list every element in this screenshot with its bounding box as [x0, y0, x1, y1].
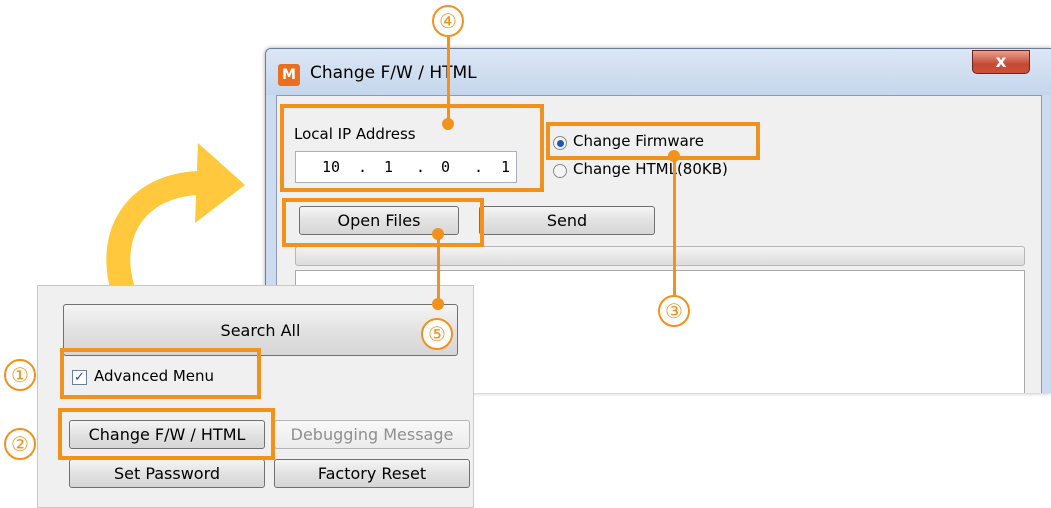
window-title: Change F/W / HTML: [310, 63, 477, 83]
set-password-button[interactable]: Set Password: [69, 459, 265, 488]
close-button[interactable]: x: [972, 50, 1030, 74]
callout-5: ⑤: [421, 318, 453, 350]
callout-4-dot: [442, 118, 454, 130]
highlight-advanced-menu: [60, 348, 261, 399]
highlight-open-files: [282, 198, 484, 247]
callout-4: ④: [432, 5, 464, 37]
factory-reset-button[interactable]: Factory Reset: [274, 459, 470, 488]
app-icon: M: [278, 64, 300, 86]
highlight-change-firmware: [546, 122, 760, 160]
callout-5-end-dot: [432, 298, 444, 310]
change-html-label: Change HTML(80KB): [573, 160, 728, 178]
curved-arrow-icon: [106, 143, 245, 294]
send-button[interactable]: Send: [479, 206, 655, 235]
progress-bar: [295, 246, 1025, 266]
callout-3-line: [673, 156, 676, 296]
highlight-local-ip: [280, 104, 544, 192]
debugging-message-button: Debugging Message: [274, 420, 470, 449]
callout-4-line: [447, 37, 450, 122]
highlight-change-fw-button: [58, 408, 275, 460]
callout-1: ①: [4, 359, 36, 391]
title-bar: M Change F/W / HTML x: [266, 49, 1051, 95]
callout-2: ②: [4, 428, 36, 460]
radio-change-html[interactable]: [553, 164, 567, 178]
callout-3: ③: [658, 295, 690, 327]
callout-5-line: [437, 234, 440, 304]
